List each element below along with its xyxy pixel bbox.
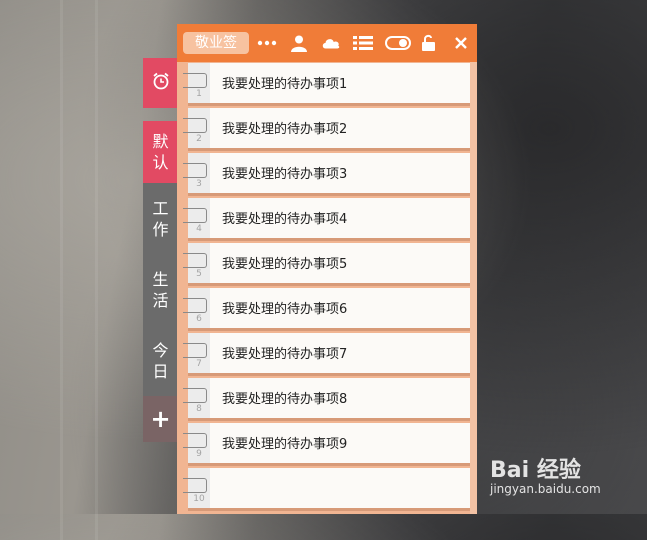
item-shadow <box>188 373 470 376</box>
list-item[interactable]: 7 我要处理的待办事项7 <box>177 332 477 377</box>
item-text: 我要处理的待办事项4 <box>222 212 348 227</box>
item-card[interactable] <box>210 468 470 508</box>
list-item[interactable]: 6 我要处理的待办事项6 <box>177 287 477 332</box>
list-item[interactable]: 9 我要处理的待办事项9 <box>177 422 477 467</box>
toolbar: 敬业签 <box>177 24 477 62</box>
alarm-clock-icon <box>151 71 171 95</box>
tab-default-label: 默认 <box>152 132 169 172</box>
tab-default[interactable]: 默认 <box>143 121 178 183</box>
item-number: 3 <box>196 179 202 189</box>
tab-today[interactable]: 今日 <box>143 325 178 396</box>
item-shadow <box>188 193 470 196</box>
watermark-url: jingyan.baidu.com <box>490 482 601 496</box>
item-number: 4 <box>196 224 202 234</box>
list-item[interactable]: 3 我要处理的待办事项3 <box>177 152 477 197</box>
list-item[interactable]: 10 <box>177 467 477 512</box>
scrollbar[interactable] <box>470 62 477 514</box>
list-item[interactable]: 2 我要处理的待办事项2 <box>177 107 477 152</box>
checkbox[interactable] <box>183 343 207 358</box>
item-text: 我要处理的待办事项9 <box>222 437 348 452</box>
checkbox[interactable] <box>183 433 207 448</box>
tab-today-label: 今日 <box>152 340 169 381</box>
item-shadow <box>188 238 470 241</box>
item-number: 5 <box>196 269 202 279</box>
item-number: 10 <box>193 494 205 504</box>
add-tab-button[interactable]: + <box>143 396 178 442</box>
item-number: 8 <box>196 404 202 414</box>
checkbox[interactable] <box>183 163 207 178</box>
toggle-icon[interactable] <box>385 34 411 52</box>
checkbox[interactable] <box>183 208 207 223</box>
watermark: Bai 经验 jingyan.baidu.com <box>490 452 601 496</box>
item-number: 1 <box>196 89 202 99</box>
checkbox[interactable] <box>183 253 207 268</box>
item-number: 7 <box>196 359 202 369</box>
tab-work-label: 工作 <box>152 198 169 239</box>
item-text: 我要处理的待办事项1 <box>222 77 348 92</box>
item-shadow <box>188 148 470 151</box>
item-number: 2 <box>196 134 202 144</box>
more-icon[interactable] <box>257 34 277 52</box>
checkbox[interactable] <box>183 118 207 133</box>
list-item[interactable]: 4 我要处理的待办事项4 <box>177 197 477 242</box>
checkbox[interactable] <box>183 388 207 403</box>
item-shadow <box>188 328 470 331</box>
unlock-icon[interactable] <box>419 34 439 52</box>
todo-panel: 敬业签 1 我要处理的待办事项1 2 我要处理的待办事项2 3 我要处理的待办事… <box>177 24 477 514</box>
user-icon[interactable] <box>289 34 309 52</box>
item-shadow <box>188 283 470 286</box>
item-text: 我要处理的待办事项6 <box>222 302 348 317</box>
item-shadow <box>188 463 470 466</box>
close-icon[interactable] <box>451 34 471 52</box>
tab-life[interactable]: 生活 <box>143 254 178 326</box>
item-text: 我要处理的待办事项7 <box>222 347 348 362</box>
tab-work[interactable]: 工作 <box>143 183 178 255</box>
list-item[interactable]: 5 我要处理的待办事项5 <box>177 242 477 287</box>
list-item[interactable]: 8 我要处理的待办事项8 <box>177 377 477 422</box>
item-shadow <box>188 418 470 421</box>
list-icon[interactable] <box>353 34 373 52</box>
background-texture <box>95 0 98 540</box>
checkbox[interactable] <box>183 298 207 313</box>
tab-alarm[interactable] <box>143 58 178 108</box>
item-text: 我要处理的待办事项3 <box>222 167 348 182</box>
cloud-icon[interactable] <box>321 34 341 52</box>
item-shadow <box>188 103 470 106</box>
item-text: 我要处理的待办事项8 <box>222 392 348 407</box>
watermark-brand: Bai 经验 <box>490 458 581 483</box>
item-text: 我要处理的待办事项5 <box>222 257 348 272</box>
item-number: 6 <box>196 314 202 324</box>
tab-life-label: 生活 <box>152 269 169 310</box>
plus-icon: + <box>150 405 171 433</box>
item-text: 我要处理的待办事项2 <box>222 122 348 137</box>
item-number: 9 <box>196 449 202 459</box>
list-item[interactable]: 1 我要处理的待办事项1 <box>177 62 477 107</box>
checkbox[interactable] <box>183 73 207 88</box>
checkbox[interactable] <box>183 478 207 493</box>
item-shadow <box>188 508 470 511</box>
app-title[interactable]: 敬业签 <box>183 32 249 54</box>
background-texture <box>60 0 63 540</box>
